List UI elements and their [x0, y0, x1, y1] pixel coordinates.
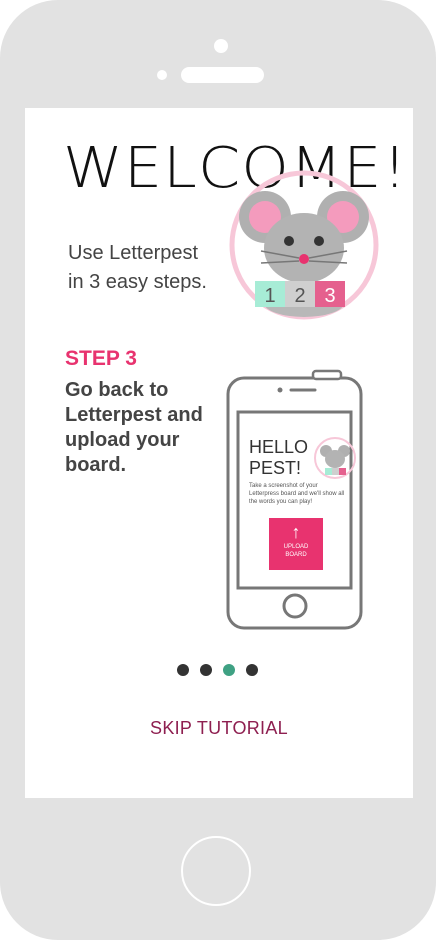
mini-upload-board-button: ↑ UPLOAD BOARD — [269, 518, 323, 570]
mini-hello-text: HELLO — [249, 437, 309, 457]
mouse-mascot-icon: 1 2 3 — [229, 170, 379, 320]
mascot-badge-1: 1 — [264, 285, 275, 307]
page-dot-3[interactable] — [222, 664, 235, 676]
pagination-dots — [25, 664, 411, 676]
step-text: Go back to Letterpest and upload your bo… — [65, 379, 203, 476]
intro-line-1: Use Letterpest — [68, 242, 199, 264]
page-dot-4[interactable] — [245, 664, 258, 676]
phone-frame: WELCOME! Use Letterpest in 3 easy steps.… — [0, 0, 436, 940]
page-dot-2[interactable] — [199, 664, 212, 676]
skip-tutorial-button[interactable]: SKIP TUTORIAL — [25, 718, 413, 739]
upload-arrow-icon: ↑ — [291, 522, 301, 542]
mini-pest-text: PEST! — [249, 458, 302, 478]
tutorial-screen: WELCOME! Use Letterpest in 3 easy steps.… — [25, 108, 413, 798]
mini-upload-line-2: BOARD — [285, 552, 307, 558]
camera-icon — [214, 39, 228, 53]
mascot-badge-2: 2 — [294, 285, 305, 307]
home-button[interactable] — [181, 836, 251, 906]
mini-description: Take a screenshot of your Letterpress bo… — [249, 483, 345, 505]
intro-line-2: in 3 easy steps. — [68, 271, 207, 293]
sensor-icon — [157, 70, 167, 80]
intro-text: Use Letterpest in 3 easy steps. — [68, 239, 207, 297]
speaker-icon — [181, 67, 264, 83]
page-dot-1[interactable] — [176, 664, 189, 676]
step-label: STEP 3 — [65, 347, 137, 370]
mascot-badge-3: 3 — [324, 285, 335, 307]
mini-upload-line-1: UPLOAD — [283, 544, 309, 550]
